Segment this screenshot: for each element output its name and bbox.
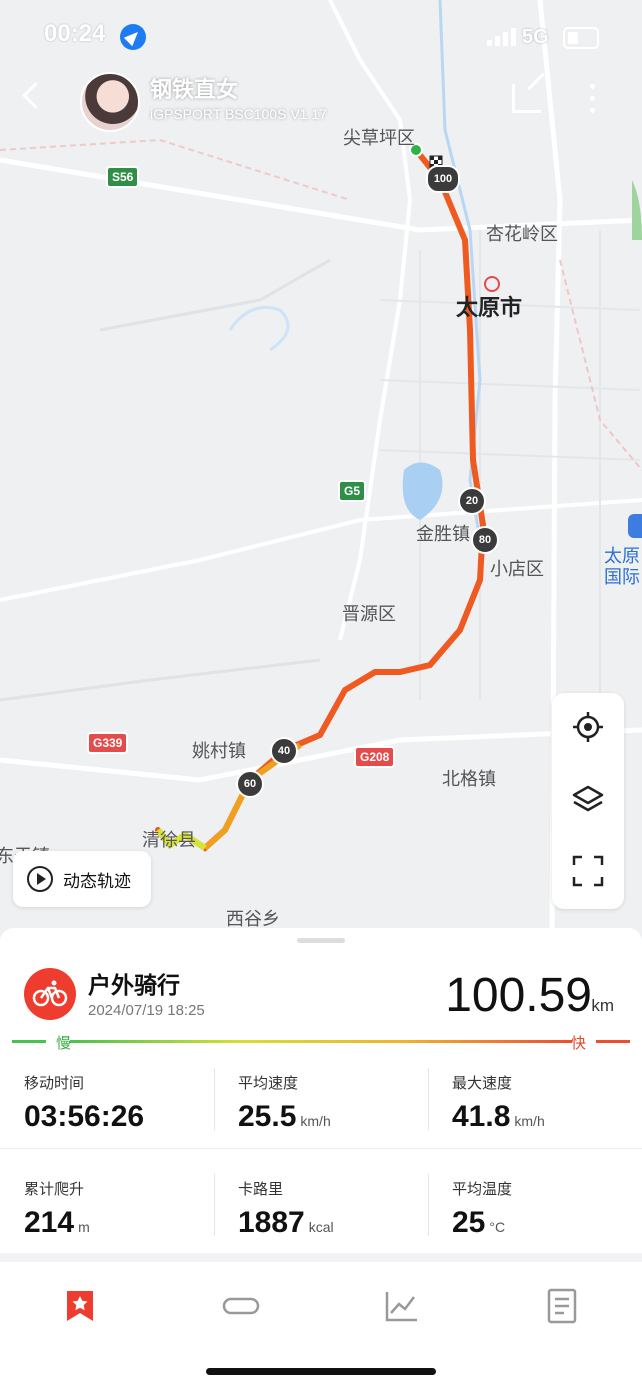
road-shield-g339: G339 — [87, 732, 129, 754]
stat-label: 移动时间 — [24, 1075, 85, 1092]
total-distance: 100.59 — [445, 969, 592, 1022]
route-map[interactable]: 尖草坪区 杏花岭区 太原市 金胜镇 小店区 晋源区 姚村镇 北格镇 清徐县 东于… — [0, 0, 642, 940]
map-label-jinsheng: 金胜镇 — [416, 524, 470, 544]
stat-unit: km/h — [514, 1113, 545, 1129]
stat-unit: kcal — [308, 1219, 334, 1235]
map-label-airport: 太原 国际 — [604, 546, 640, 587]
stat-value: 03:56:26 — [24, 1100, 145, 1133]
stat-value: 25 — [452, 1206, 486, 1239]
layers-icon[interactable] — [572, 783, 604, 815]
more-button[interactable] — [590, 84, 595, 113]
stat-max-speed: 最大速度 41.8 km/h — [428, 1058, 642, 1162]
bookmark-icon[interactable] — [60, 1286, 100, 1326]
km-marker-100: 100 — [426, 165, 460, 193]
activity-datetime: 2024/07/19 18:25 — [88, 1002, 205, 1019]
summary-sheet: 户外骑行 2024/07/19 18:25 100.59 km 慢 快 移动时间… — [0, 928, 642, 1253]
stat-label: 最大速度 — [452, 1075, 513, 1092]
stat-value: 214 — [24, 1206, 75, 1239]
stat-label: 平均速度 — [238, 1075, 299, 1092]
map-controls — [552, 693, 624, 909]
user-name: 钢铁直女 — [150, 77, 239, 102]
stats-row-2: 累计爬升 214 m 卡路里 1887 kcal 平均温度 25 °C — [0, 1164, 642, 1268]
stat-unit: m — [78, 1219, 90, 1235]
route-icon[interactable] — [221, 1286, 261, 1326]
speed-legend: 慢 快 — [12, 1035, 630, 1052]
stat-value: 41.8 — [452, 1100, 511, 1133]
road-shield-g208: G208 — [354, 746, 396, 768]
airport-icon — [628, 514, 642, 538]
stats-row-1: 移动时间 03:56:26 平均速度 25.5 km/h 最大速度 41.8 km/… — [0, 1058, 642, 1162]
map-label-qingxu: 清徐县 — [142, 830, 196, 850]
stat-moving-time: 移动时间 03:56:26 — [0, 1058, 214, 1162]
map-label-xinghualing: 杏花岭区 — [486, 224, 558, 244]
stat-avg-temp: 平均温度 25 °C — [428, 1164, 642, 1268]
stat-unit: °C — [489, 1219, 506, 1235]
cycling-icon — [24, 968, 76, 1020]
device-name: iGPSPORT BSC100S V1.17 — [150, 106, 327, 122]
report-icon[interactable] — [542, 1286, 582, 1326]
map-label-beige: 北格镇 — [442, 769, 496, 789]
stat-calories: 卡路里 1887 kcal — [214, 1164, 428, 1268]
city-center-icon — [484, 276, 500, 292]
fullscreen-icon[interactable] — [572, 855, 604, 887]
distance-unit: km — [591, 996, 614, 1015]
chart-icon[interactable] — [381, 1286, 421, 1326]
status-time: 00:24 — [44, 20, 106, 47]
stat-avg-speed: 平均速度 25.5 km/h — [214, 1058, 428, 1162]
stat-unit: km/h — [300, 1113, 331, 1129]
signal-icon — [487, 28, 516, 46]
play-icon — [27, 866, 53, 892]
playback-label: 动态轨迹 — [63, 871, 131, 891]
km-marker-80: 80 — [471, 526, 499, 554]
map-label-taiyuan: 太原市 — [456, 295, 523, 320]
map-label-jiancaoping: 尖草坪区 — [343, 128, 415, 148]
stat-label: 平均温度 — [452, 1181, 513, 1198]
road-shield-s56: S56 — [106, 166, 140, 188]
stat-value: 25.5 — [238, 1100, 297, 1133]
map-label-yaocun: 姚村镇 — [192, 741, 246, 761]
stat-label: 卡路里 — [238, 1181, 284, 1198]
map-label-jinyuan: 晋源区 — [342, 604, 396, 624]
map-label-xiaodian: 小店区 — [490, 559, 544, 579]
km-marker-20: 20 — [458, 487, 486, 515]
playback-button[interactable]: 动态轨迹 — [13, 851, 151, 907]
km-marker-40: 40 — [270, 737, 298, 765]
speed-fast-label: 快 — [570, 1035, 586, 1052]
avatar[interactable] — [80, 72, 140, 132]
speed-slow-label: 慢 — [56, 1035, 72, 1052]
stat-ascent: 累计爬升 214 m — [0, 1164, 214, 1268]
network-type: 5G — [522, 26, 549, 48]
location-arrow-icon — [120, 24, 146, 50]
stat-label: 累计爬升 — [24, 1181, 85, 1198]
battery-icon — [563, 27, 599, 49]
sport-type: 户外骑行 — [88, 972, 180, 998]
road-shield-g5: G5 — [338, 480, 367, 502]
locate-icon[interactable] — [572, 711, 604, 743]
home-indicator — [206, 1368, 436, 1375]
map-canvas — [0, 0, 642, 940]
km-marker-60: 60 — [236, 770, 264, 798]
share-button[interactable] — [512, 84, 541, 113]
stat-value: 1887 — [238, 1206, 305, 1239]
drag-handle[interactable] — [297, 938, 345, 943]
